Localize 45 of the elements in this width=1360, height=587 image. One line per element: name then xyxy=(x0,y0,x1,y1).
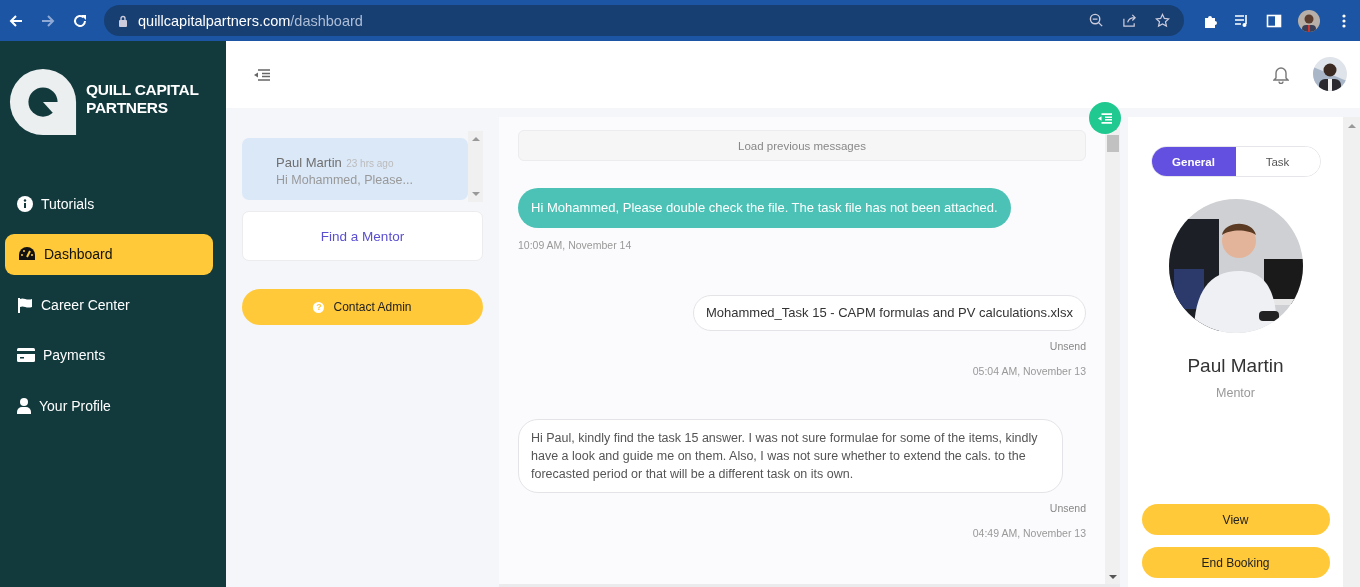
contact-name: Paul Martin xyxy=(276,155,342,170)
unsend-link[interactable]: Unsend xyxy=(1049,340,1086,352)
message-bubble: Mohammed_Task 15 - CAPM formulas and PV calculations.xlsx xyxy=(692,295,1086,331)
scroll-down-icon[interactable] xyxy=(1108,574,1117,580)
reload-icon[interactable] xyxy=(72,12,88,29)
back-icon[interactable] xyxy=(8,12,24,29)
menu-icon xyxy=(1098,112,1112,124)
nav-item[interactable]: Career Center xyxy=(5,284,213,325)
message-bubble: Hi Paul, kindly find the task 15 answer. I was not sure formulae for some of the items, kindly have a look and guide me on them. Also, I was not sure whether to extend the cals. to the forecasted period or that will be a different task on its own. xyxy=(518,419,1063,493)
star-icon[interactable] xyxy=(1155,13,1170,28)
contact-admin-button[interactable]: ? Contact Admin xyxy=(242,289,483,325)
profile-name: Paul Martin xyxy=(1187,355,1284,377)
nav-item[interactable]: Your Profile xyxy=(5,385,213,426)
forward-icon[interactable] xyxy=(40,12,56,29)
message-time: 05:04 AM, November 13 xyxy=(972,365,1086,377)
bell-icon[interactable] xyxy=(1273,65,1289,84)
profile-role: Mentor xyxy=(1216,386,1255,400)
logo-text: QUILL CAPITAL PARTNERS xyxy=(86,81,199,117)
unsend-link[interactable]: Unsend xyxy=(1049,502,1086,514)
message-time: 04:49 AM, November 13 xyxy=(972,527,1086,539)
profile-action-button[interactable]: View xyxy=(1141,504,1330,535)
menu-icon[interactable] xyxy=(254,68,270,81)
playlist-icon[interactable] xyxy=(1234,12,1250,29)
scrollbar[interactable] xyxy=(1343,117,1360,587)
message-preview: Hi Mohammed, Please... xyxy=(276,173,414,187)
gauge-icon xyxy=(18,246,36,262)
url-text: quillcapitalpartners.com/dashboard xyxy=(138,12,363,29)
scroll-thumb[interactable] xyxy=(1106,135,1119,152)
share-icon[interactable] xyxy=(1122,13,1137,28)
flag-icon xyxy=(17,296,33,313)
info-icon xyxy=(17,195,33,212)
find-mentor-button[interactable]: Find a Mentor xyxy=(242,211,483,261)
message-time: 10:09 AM, November 14 xyxy=(518,239,632,251)
address-bar[interactable]: quillcapitalpartners.com/dashboard xyxy=(104,5,1184,36)
lock-icon xyxy=(118,14,128,27)
message-bubble: Hi Mohammed, Please double check the file. The task file has not been attached. xyxy=(518,188,1011,228)
side-panel-icon[interactable] xyxy=(1266,12,1282,29)
zoom-out-icon[interactable] xyxy=(1089,13,1104,28)
nav-item[interactable]: Payments xyxy=(5,334,213,376)
tab[interactable]: General xyxy=(1151,147,1236,176)
nav-item[interactable]: Tutorials xyxy=(5,183,213,224)
profile-action-button[interactable]: End Booking xyxy=(1141,547,1330,578)
card-icon xyxy=(17,348,35,362)
nav-item[interactable]: Dashboard xyxy=(5,233,213,275)
user-icon xyxy=(17,397,31,414)
